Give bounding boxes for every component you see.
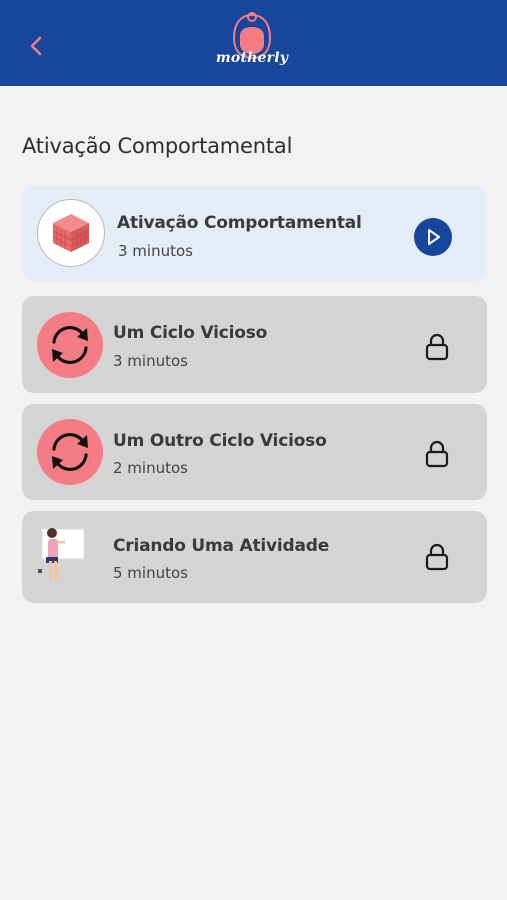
module-title: Um Ciclo Vicioso [113,323,268,343]
module-title: Um Outro Ciclo Vicioso [113,431,327,451]
module-title: Ativação Comportamental [117,213,362,233]
motherly-logo: motherly [212,10,292,80]
lock-button [422,332,452,362]
module-card-criando-uma-atividade[interactable]: Criando Uma Atividade 5 minutos [22,511,487,603]
module-thumbnail [37,419,103,485]
lock-button [422,439,452,469]
play-icon [428,229,440,245]
module-thumbnail [36,523,88,589]
module-card-um-ciclo-vicioso[interactable]: Um Ciclo Vicioso 3 minutos [22,296,487,393]
module-title: Criando Uma Atividade [113,536,330,556]
module-duration: 3 minutos [118,242,193,260]
play-button[interactable] [414,218,452,256]
module-thumbnail [37,312,103,378]
back-button[interactable] [22,30,50,62]
lock-icon [425,440,449,468]
app-header: motherly [0,0,507,86]
mother-head-icon [232,12,272,60]
cycle-icon [52,326,88,364]
module-duration: 5 minutos [113,564,188,582]
lock-icon [425,333,449,361]
chevron-left-icon [30,36,42,56]
cycle-icon [52,433,88,471]
module-thumbnail [37,199,105,267]
module-duration: 2 minutos [113,459,188,477]
woman-whiteboard-illustration [38,528,85,581]
module-card-ativacao-comportamental[interactable]: Ativação Comportamental 3 minutos [22,185,487,281]
brand-wordmark: motherly [215,50,289,66]
module-card-um-outro-ciclo-vicioso[interactable]: Um Outro Ciclo Vicioso 2 minutos [22,404,487,500]
page-title: Ativação Comportamental [22,134,293,158]
cube-icon [52,214,90,252]
module-duration: 3 minutos [113,352,188,370]
lock-button [422,542,452,572]
lock-icon [425,543,449,571]
